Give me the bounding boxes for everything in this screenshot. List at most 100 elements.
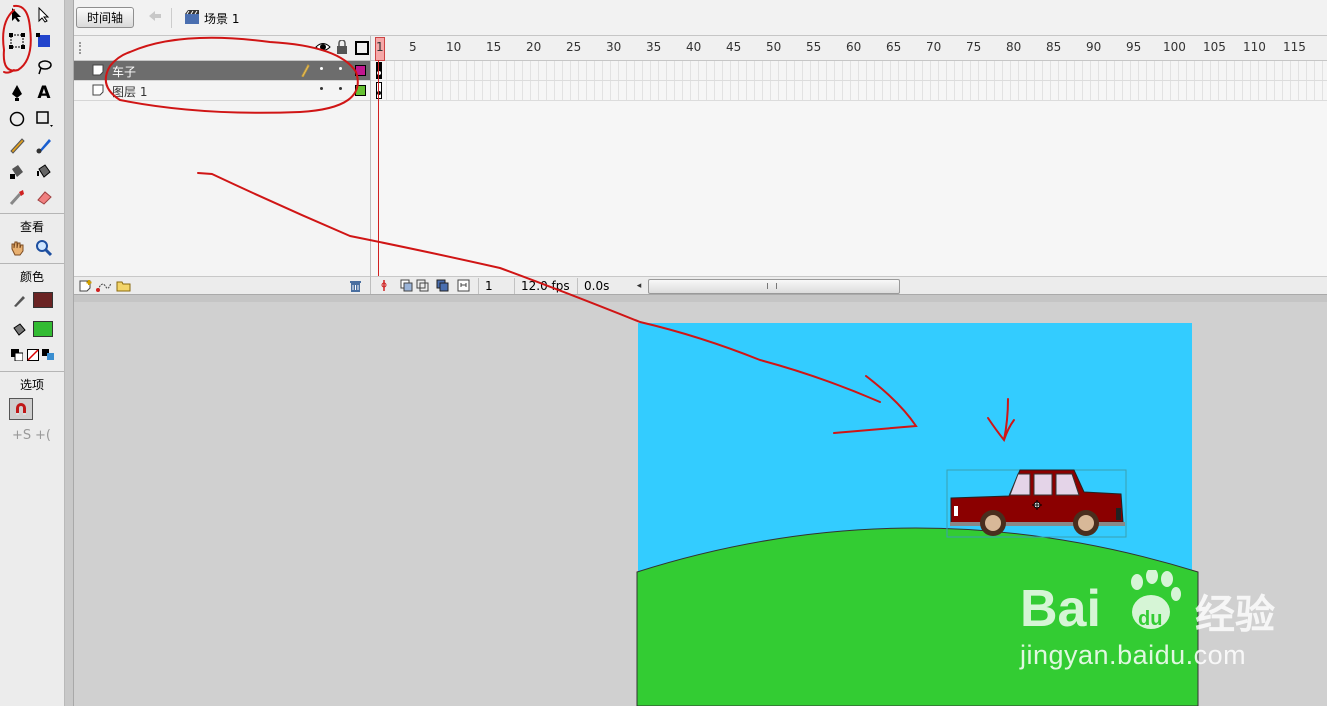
options-section-label: 选项	[19, 378, 44, 392]
car-tail	[1116, 508, 1121, 520]
zoom-tool-icon[interactable]	[33, 237, 55, 259]
drag-handle[interactable]	[79, 42, 82, 54]
layer-outline-color[interactable]	[355, 85, 366, 96]
scroll-left-arrow-icon[interactable]: ◂	[629, 278, 649, 294]
brush-tool-icon[interactable]	[33, 134, 55, 156]
car-hubcap	[1078, 515, 1094, 531]
layer-outline-color[interactable]	[355, 65, 366, 76]
onion-skin-icon[interactable]	[400, 279, 414, 295]
show-hide-all-icon[interactable]	[315, 40, 331, 57]
watermark-url: jingyan.baidu.com	[1020, 640, 1247, 670]
hand-tool-icon[interactable]	[6, 237, 28, 259]
ruler-tick-label: 115	[1283, 40, 1306, 54]
fill-color-icon	[8, 318, 30, 340]
onion-skin-outline-icon[interactable]	[416, 279, 430, 295]
back-arrow-icon[interactable]	[148, 10, 162, 25]
playhead-line	[378, 60, 379, 276]
scene-label[interactable]: 场景 1	[204, 10, 239, 27]
timeline-status-bar: 1 12.0 fps 0.0s ◂	[371, 276, 1327, 295]
ruler-tick-label: 10	[446, 40, 462, 54]
selection-tool-icon[interactable]	[6, 4, 28, 26]
layer-icon	[92, 84, 104, 99]
ruler-tick-label: 110	[1243, 40, 1266, 54]
toolbox: A 查看 颜色 选项 +S +(	[0, 0, 65, 706]
ruler-tick-label: 100	[1163, 40, 1186, 54]
insert-layer-icon[interactable]	[79, 279, 93, 295]
layer-bottom-bar	[74, 276, 370, 295]
ruler-first-label: 1	[376, 40, 384, 54]
visibility-dot[interactable]	[320, 67, 323, 70]
ruler-tick-label: 20	[526, 40, 542, 54]
ruler-tick-label: 25	[566, 40, 582, 54]
ruler-tick-label: 95	[1126, 40, 1142, 54]
edit-bar: 时间轴 场景 1	[74, 0, 1327, 36]
ruler-tick-label: 55	[806, 40, 822, 54]
gradient-transform-tool-icon[interactable]	[33, 30, 55, 52]
free-transform-tool-icon[interactable]	[6, 30, 28, 52]
lock-dot[interactable]	[339, 87, 342, 90]
smooth-option-icon[interactable]: +S	[12, 428, 31, 443]
ruler-tick-label: 45	[726, 40, 742, 54]
layer-panel: 车子 图层 1	[74, 36, 371, 295]
rectangle-tool-icon[interactable]	[33, 108, 55, 130]
pencil-tool-icon[interactable]	[6, 134, 28, 156]
layer-name[interactable]: 图层 1	[112, 83, 147, 100]
pen-tool-icon[interactable]	[6, 82, 28, 104]
ink-bottle-tool-icon[interactable]	[6, 160, 28, 182]
panel-splitter[interactable]	[65, 0, 74, 706]
scene-icon	[184, 9, 200, 28]
insert-folder-icon[interactable]	[116, 279, 131, 295]
car-hubcap	[985, 515, 1001, 531]
ruler-tick-label: 70	[926, 40, 942, 54]
paint-bucket-tool-icon[interactable]	[33, 160, 55, 182]
frame-row-layer1[interactable]	[371, 81, 1327, 101]
timeline-toggle-button[interactable]: 时间轴	[76, 7, 134, 28]
lock-dot[interactable]	[339, 67, 342, 70]
fill-color-swatch[interactable]	[33, 321, 53, 337]
horizontal-scrollbar-thumb[interactable]	[648, 279, 900, 294]
lock-all-icon[interactable]	[336, 39, 348, 58]
subselection-tool-icon[interactable]	[33, 4, 55, 26]
stroke-color-icon	[8, 289, 30, 311]
layer-row[interactable]: 图层 1	[74, 81, 370, 101]
layer-name[interactable]: 车子	[112, 63, 136, 80]
pencil-edit-icon	[300, 63, 310, 80]
toolbox-divider	[0, 263, 64, 264]
outline-all-icon[interactable]	[355, 41, 369, 55]
toolbox-divider	[0, 213, 64, 214]
svg-text:du: du	[1138, 608, 1162, 630]
timeline-frames: 1 5 10 15 20 25 30 35 40 45 50 55 60 65 70 75 80 85 90 95 1…	[371, 36, 1327, 294]
edit-multiple-frames-icon[interactable]	[436, 279, 450, 295]
elapsed-time-field: 0.0s	[577, 278, 624, 294]
ruler-tick-label: 15	[486, 40, 502, 54]
baidu-watermark: Bai du 经验 jingyan.baidu.com	[1020, 570, 1320, 680]
no-color-icon[interactable]	[27, 349, 39, 364]
snap-magnet-icon[interactable]	[9, 398, 33, 420]
ruler-tick-label: 35	[646, 40, 662, 54]
ruler-tick-label: 65	[886, 40, 902, 54]
frame-rate-field[interactable]: 12.0 fps	[514, 278, 575, 294]
visibility-dot[interactable]	[320, 87, 323, 90]
eraser-tool-icon[interactable]	[33, 186, 55, 208]
modify-onion-markers-icon[interactable]	[457, 279, 471, 295]
frame-ruler[interactable]: 1 5 10 15 20 25 30 35 40 45 50 55 60 65 70 75 80 85 90 95 1…	[371, 36, 1327, 61]
layer-icon	[92, 64, 104, 79]
default-colors-icon[interactable]	[11, 349, 24, 364]
oval-tool-icon[interactable]	[6, 108, 28, 130]
car-window	[1033, 473, 1053, 496]
ruler-tick-label: 75	[966, 40, 982, 54]
frame-row-car[interactable]	[371, 61, 1327, 81]
eyedropper-tool-icon[interactable]	[6, 186, 28, 208]
text-tool-icon[interactable]: A	[33, 82, 55, 104]
ruler-tick-label: 40	[686, 40, 702, 54]
add-motion-guide-icon[interactable]	[96, 279, 112, 295]
lasso-tool-icon[interactable]	[33, 56, 55, 78]
svg-text:Bai: Bai	[1020, 580, 1101, 638]
stroke-color-swatch[interactable]	[33, 292, 53, 308]
center-frame-icon[interactable]	[379, 279, 389, 295]
straighten-option-icon[interactable]: +(	[35, 428, 51, 443]
swap-colors-icon[interactable]	[42, 349, 56, 364]
ruler-tick-label: 30	[606, 40, 622, 54]
layer-row[interactable]: 车子	[74, 61, 370, 81]
ruler-tick-label: 90	[1086, 40, 1102, 54]
